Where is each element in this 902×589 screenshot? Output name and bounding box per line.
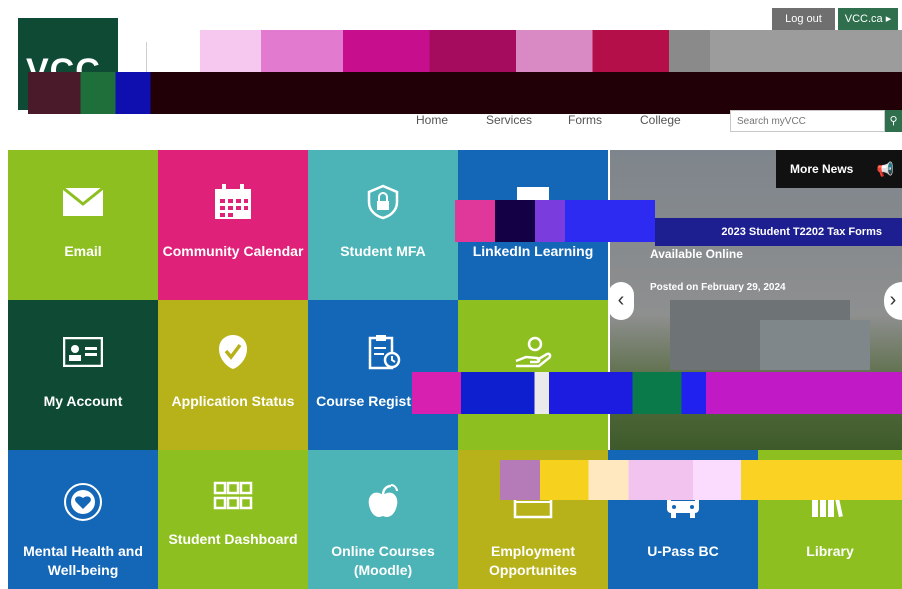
tile-label: My Account [43,393,123,409]
tile-mental-health[interactable]: Mental Health and Well-being [8,450,158,589]
tile-label: Application Status [171,393,295,409]
nav-services[interactable]: Services [486,113,532,127]
logout-button[interactable]: Log out [772,8,835,30]
image-artifact [412,372,902,414]
tile-student-dashboard[interactable]: Student Dashboard [158,450,308,589]
clipboard-clock-icon [308,334,458,370]
news-date: Posted on February 29, 2024 [650,282,786,293]
nav-forms[interactable]: Forms [568,113,602,127]
apple-icon [308,484,458,520]
calendar-icon [158,184,308,220]
more-news-button[interactable]: More News 📢 [776,150,902,188]
image-artifact [455,200,655,242]
news-headline[interactable]: 2023 Student T2202 Tax Forms [655,218,902,246]
header-banner-artifact [28,72,902,114]
nav-college[interactable]: College [640,113,681,127]
tile-application-status[interactable]: Application Status [158,300,308,450]
tile-label: Mental Health and Well-being [23,543,143,578]
hand-coin-icon [458,334,608,370]
megaphone-icon: 📢 [876,161,894,177]
tile-label: U-Pass BC [647,543,719,559]
tile-label: Online Courses (Moodle) [331,543,435,578]
tile-student-mfa[interactable]: Student MFA [308,150,458,300]
header-banner-artifact [710,30,902,72]
heart-seal-icon [8,483,158,521]
search-icon[interactable]: ⚲ [885,110,902,132]
vcc-ca-button[interactable]: VCC.ca ▸ [838,8,898,30]
tile-label: Email [64,243,102,259]
tile-label: LinkedIn Learning [472,243,594,259]
header-banner-artifact [200,30,710,72]
campus-photo-detail [760,320,870,370]
grid-icon [158,478,308,514]
tile-email[interactable]: Email [8,150,158,300]
tile-label: Student MFA [340,243,426,259]
slider-prev-button[interactable]: ‹ [608,282,634,320]
myvcc-portal: VCC Log out VCC.ca ▸ Home Services Forms… [0,0,902,589]
nav-home[interactable]: Home [416,113,448,127]
tile-my-account[interactable]: My Account [8,300,158,450]
id-card-icon [8,334,158,370]
tile-label: Library [806,543,854,559]
news-title: Available Online [650,247,743,261]
tile-label: Community Calendar [162,243,304,259]
image-artifact [500,460,902,500]
tile-label: Student Dashboard [168,531,298,547]
tile-online-courses[interactable]: Online Courses (Moodle) [308,450,458,589]
lock-icon [308,184,458,220]
search-input[interactable] [730,110,885,132]
envelope-icon [8,184,158,220]
more-news-label: More News [790,162,854,176]
tile-community-calendar[interactable]: Community Calendar [158,150,308,300]
tile-label: Employment Opportunites [489,543,577,578]
checkmark-badge-icon [158,334,308,370]
